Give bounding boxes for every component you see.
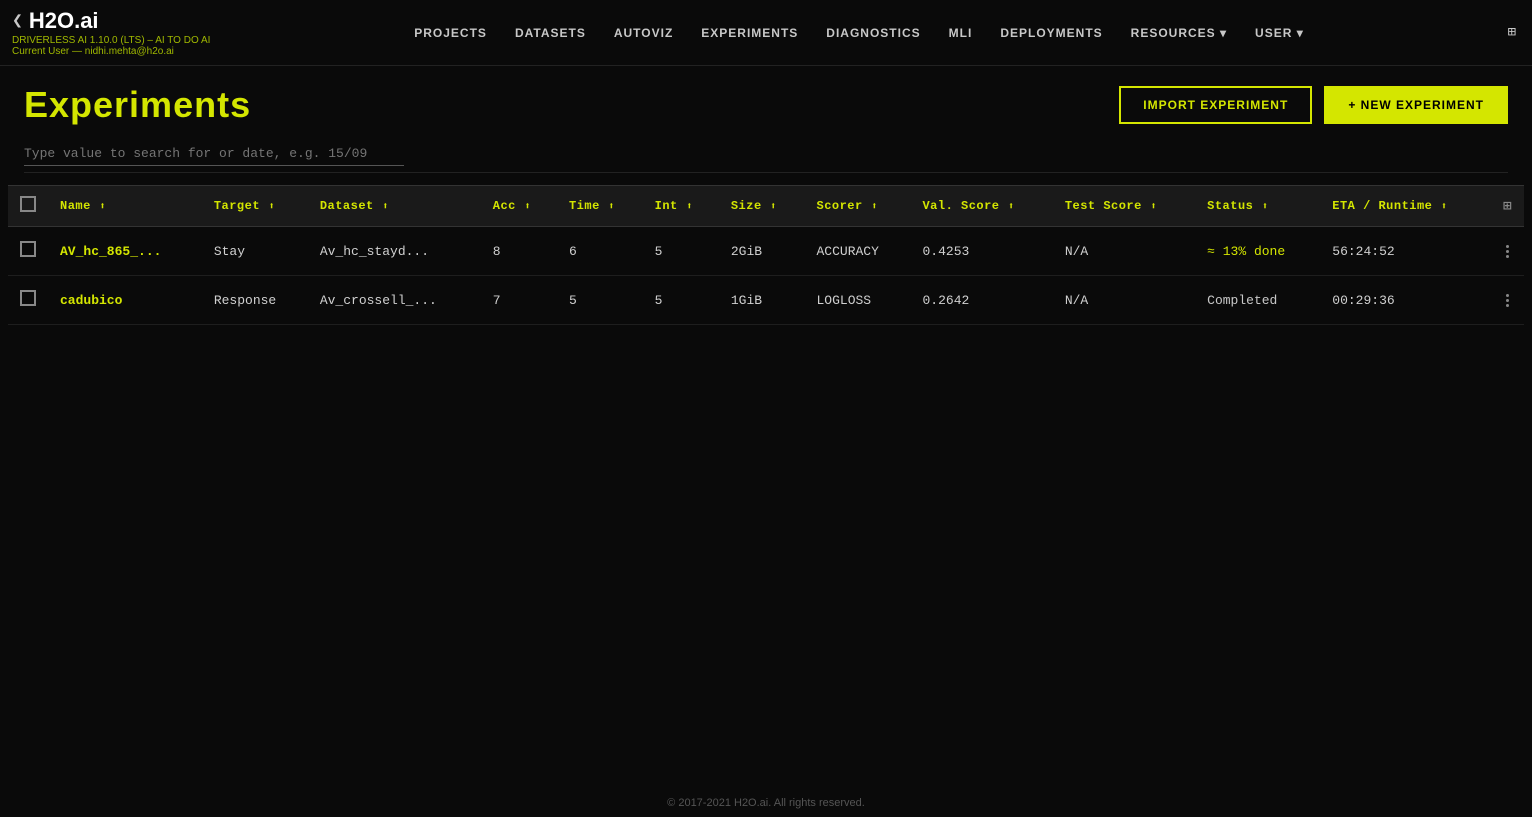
row-test-score-0: N/A bbox=[1053, 227, 1195, 276]
col-header-eta-runtime[interactable]: ETA / Runtime ⬆ bbox=[1320, 186, 1491, 227]
nav-deployments[interactable]: DEPLOYMENTS bbox=[1000, 26, 1102, 40]
row-menu-1[interactable] bbox=[1503, 294, 1512, 307]
col-header-val-score[interactable]: Val. Score ⬆ bbox=[910, 186, 1052, 227]
import-experiment-button[interactable]: IMPORT EXPERIMENT bbox=[1119, 86, 1312, 124]
sort-arrow-int: ⬆ bbox=[680, 202, 693, 213]
row-size-1: 1GiB bbox=[719, 276, 805, 325]
nav-autoviz[interactable]: AUTOVIZ bbox=[614, 26, 673, 40]
brand-name[interactable]: H2O.ai bbox=[29, 8, 99, 34]
row-actions-1[interactable] bbox=[1491, 276, 1524, 325]
row-checkbox-cell[interactable] bbox=[8, 276, 48, 325]
row-target-0: Stay bbox=[202, 227, 308, 276]
col-header-status[interactable]: Status ⬆ bbox=[1195, 186, 1320, 227]
header-checkbox[interactable] bbox=[20, 196, 36, 212]
row-menu-0[interactable] bbox=[1503, 245, 1512, 258]
experiments-table-container: Name ⬆ Target ⬆ Dataset ⬆ Acc ⬆ Time ⬆ I… bbox=[0, 177, 1532, 325]
sort-arrow-test-score: ⬆ bbox=[1144, 202, 1157, 213]
col-header-dataset[interactable]: Dataset ⬆ bbox=[308, 186, 481, 227]
col-header-time[interactable]: Time ⬆ bbox=[557, 186, 643, 227]
sort-arrow-dataset: ⬆ bbox=[376, 202, 389, 213]
search-area bbox=[0, 138, 1532, 166]
nav-mli[interactable]: MLI bbox=[949, 26, 973, 40]
back-arrow-icon[interactable]: ❮ bbox=[12, 10, 23, 32]
sort-arrow-val-score: ⬆ bbox=[1002, 202, 1015, 213]
row-target-1: Response bbox=[202, 276, 308, 325]
row-status-1: Completed bbox=[1195, 276, 1320, 325]
row-acc-1: 7 bbox=[481, 276, 557, 325]
page-header: Experiments IMPORT EXPERIMENT + NEW EXPE… bbox=[0, 66, 1532, 138]
row-int-1: 5 bbox=[643, 276, 719, 325]
row-val-score-0: 0.4253 bbox=[910, 227, 1052, 276]
row-actions-0[interactable] bbox=[1491, 227, 1524, 276]
row-checkbox-0[interactable] bbox=[20, 241, 36, 257]
col-header-actions: ⊞ bbox=[1491, 186, 1524, 227]
row-size-0: 2GiB bbox=[719, 227, 805, 276]
col-header-acc[interactable]: Acc ⬆ bbox=[481, 186, 557, 227]
nav-experiments[interactable]: EXPERIMENTS bbox=[701, 26, 798, 40]
sort-arrow-status: ⬆ bbox=[1255, 202, 1268, 213]
table-body: AV_hc_865_... Stay Av_hc_stayd... 8 6 5 … bbox=[8, 227, 1524, 325]
header-actions: IMPORT EXPERIMENT + NEW EXPERIMENT bbox=[1119, 86, 1508, 124]
col-header-target[interactable]: Target ⬆ bbox=[202, 186, 308, 227]
nav-projects[interactable]: PROJECTS bbox=[414, 26, 487, 40]
brand-subtitle: DRIVERLESS AI 1.10.0 (LTS) – AI TO DO AI bbox=[12, 35, 210, 46]
select-all-checkbox-header[interactable] bbox=[8, 186, 48, 227]
col-header-name[interactable]: Name ⬆ bbox=[48, 186, 202, 227]
col-actions-icon: ⊞ bbox=[1503, 199, 1512, 215]
row-dataset-0: Av_hc_stayd... bbox=[308, 227, 481, 276]
row-name-1[interactable]: cadubico bbox=[48, 276, 202, 325]
row-scorer-0: ACCURACY bbox=[805, 227, 911, 276]
nav-links: PROJECTS DATASETS AUTOVIZ EXPERIMENTS DI… bbox=[414, 26, 1303, 40]
search-input[interactable] bbox=[24, 142, 404, 166]
nav-resources[interactable]: RESOURCES ▾ bbox=[1131, 26, 1227, 40]
row-status-0: ≈ 13% done bbox=[1195, 227, 1320, 276]
table-header-row: Name ⬆ Target ⬆ Dataset ⬆ Acc ⬆ Time ⬆ I… bbox=[8, 186, 1524, 227]
row-acc-0: 8 bbox=[481, 227, 557, 276]
row-val-score-1: 0.2642 bbox=[910, 276, 1052, 325]
footer-text: © 2017-2021 H2O.ai. All rights reserved. bbox=[667, 797, 865, 809]
col-header-int[interactable]: Int ⬆ bbox=[643, 186, 719, 227]
row-checkbox-1[interactable] bbox=[20, 290, 36, 306]
sort-arrow-target: ⬆ bbox=[262, 202, 275, 213]
sort-arrow-eta-runtime: ⬆ bbox=[1434, 202, 1447, 213]
col-header-test-score[interactable]: Test Score ⬆ bbox=[1053, 186, 1195, 227]
row-scorer-1: LOGLOSS bbox=[805, 276, 911, 325]
row-dataset-1: Av_crossell_... bbox=[308, 276, 481, 325]
row-eta-1: 00:29:36 bbox=[1320, 276, 1491, 325]
sort-arrow-time: ⬆ bbox=[602, 202, 615, 213]
new-experiment-button[interactable]: + NEW EXPERIMENT bbox=[1324, 86, 1508, 124]
nav-right: ⊞ bbox=[1508, 24, 1516, 41]
sort-arrow-size: ⬆ bbox=[764, 202, 777, 213]
grid-icon[interactable]: ⊞ bbox=[1508, 24, 1516, 41]
row-checkbox-cell[interactable] bbox=[8, 227, 48, 276]
sort-arrow-name: ⬆ bbox=[93, 202, 106, 213]
row-name-0[interactable]: AV_hc_865_... bbox=[48, 227, 202, 276]
nav-datasets[interactable]: DATASETS bbox=[515, 26, 586, 40]
table-row[interactable]: AV_hc_865_... Stay Av_hc_stayd... 8 6 5 … bbox=[8, 227, 1524, 276]
table-row[interactable]: cadubico Response Av_crossell_... 7 5 5 … bbox=[8, 276, 1524, 325]
sort-arrow-acc: ⬆ bbox=[518, 202, 531, 213]
col-header-scorer[interactable]: Scorer ⬆ bbox=[805, 186, 911, 227]
user-email: nidhi.mehta@h2o.ai bbox=[85, 46, 174, 57]
experiments-table: Name ⬆ Target ⬆ Dataset ⬆ Acc ⬆ Time ⬆ I… bbox=[8, 185, 1524, 325]
logo-area: ❮ H2O.ai DRIVERLESS AI 1.10.0 (LTS) – AI… bbox=[12, 8, 210, 57]
nav-user[interactable]: USER ▾ bbox=[1255, 26, 1304, 40]
row-time-0: 6 bbox=[557, 227, 643, 276]
col-header-size[interactable]: Size ⬆ bbox=[719, 186, 805, 227]
page-title: Experiments bbox=[24, 84, 251, 126]
footer: © 2017-2021 H2O.ai. All rights reserved. bbox=[0, 789, 1532, 817]
nav-diagnostics[interactable]: DIAGNOSTICS bbox=[826, 26, 920, 40]
search-divider bbox=[24, 172, 1508, 173]
sort-arrow-scorer: ⬆ bbox=[865, 202, 878, 213]
row-test-score-1: N/A bbox=[1053, 276, 1195, 325]
top-nav: ❮ H2O.ai DRIVERLESS AI 1.10.0 (LTS) – AI… bbox=[0, 0, 1532, 66]
row-time-1: 5 bbox=[557, 276, 643, 325]
row-eta-0: 56:24:52 bbox=[1320, 227, 1491, 276]
row-int-0: 5 bbox=[643, 227, 719, 276]
current-user-label: Current User — nidhi.mehta@h2o.ai bbox=[12, 46, 210, 57]
